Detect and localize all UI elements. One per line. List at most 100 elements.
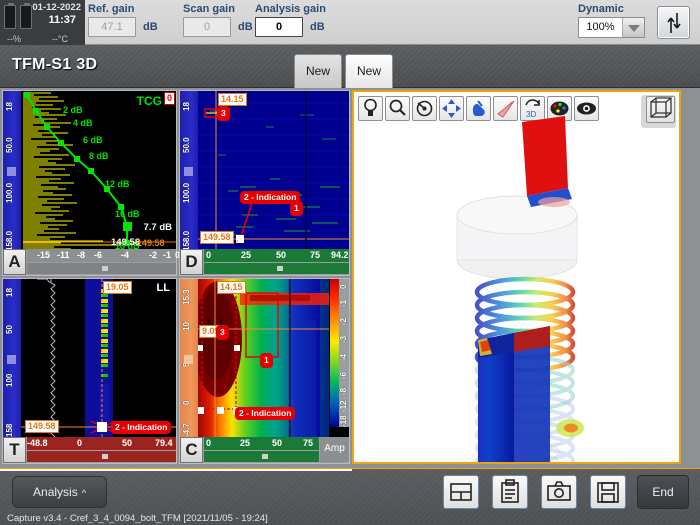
report-button[interactable] bbox=[492, 475, 528, 509]
t-vtick-1: 50 bbox=[5, 325, 14, 334]
a-htick-1: -11 bbox=[57, 250, 70, 260]
t-scan-vertical-ruler[interactable]: 18 50 100 158 bbox=[3, 279, 21, 463]
c-scan-axis-bar: 0 25 50 75 94.2 bbox=[204, 437, 319, 450]
d-htick-1: 25 bbox=[241, 250, 251, 260]
a-vtick-1: 50.0 bbox=[5, 137, 14, 153]
analysis-gain-input[interactable]: 0 bbox=[255, 17, 303, 37]
application-window: 01-12-2022 11:37 --% --°C Ref. gain 47.1… bbox=[0, 0, 700, 525]
cs-tick-6: -8 bbox=[339, 388, 348, 395]
d-scan-vertical-ruler[interactable]: 18 50.0 100.0 158.0 bbox=[180, 91, 198, 275]
workspace: 18 50.0 100.0 158.0 TCG 0 2 dB 4 dB 6 dB… bbox=[0, 88, 700, 468]
a-scan-axis: A -15 -11 -8 -6 -4 -2 -1 0 bbox=[3, 249, 176, 275]
d-scan-vscroll-thumb[interactable] bbox=[184, 167, 193, 176]
t-vtick-0: 18 bbox=[5, 288, 14, 297]
layout-grid-icon bbox=[444, 499, 478, 511]
screenshot-button[interactable] bbox=[541, 475, 577, 509]
battery-icon bbox=[4, 5, 34, 31]
c-vtick-1: 10 bbox=[182, 322, 191, 331]
analysis-button-label: Analysis bbox=[33, 485, 78, 499]
a-scan-corner-label[interactable]: A bbox=[3, 249, 26, 275]
a-scan-vertical-ruler[interactable]: 18 50.0 100.0 158.0 bbox=[3, 91, 21, 275]
t-scan-hscroll[interactable] bbox=[27, 451, 176, 462]
a-scan-vscroll-thumb[interactable] bbox=[7, 167, 16, 176]
c-scan-cursor-top-value: 14.15 bbox=[217, 281, 246, 294]
a-scan-axis-bar: -15 -11 -8 -6 -4 -2 -1 0 bbox=[27, 249, 176, 262]
tab-new-1[interactable]: New bbox=[294, 54, 342, 88]
tcg-point-5: 16 dB bbox=[115, 209, 140, 219]
t-vtick-2: 100 bbox=[5, 374, 14, 387]
analysis-button[interactable]: Analysis ^ bbox=[12, 476, 107, 508]
d-scan-hscroll[interactable] bbox=[204, 263, 349, 274]
a-scan-plot[interactable]: 18 50.0 100.0 158.0 TCG 0 2 dB 4 dB 6 dB… bbox=[3, 91, 176, 275]
t-scan-corner-label[interactable]: T bbox=[3, 437, 26, 463]
cs-tick-1: -1 bbox=[339, 300, 348, 307]
chevron-up-icon: ^ bbox=[82, 488, 86, 498]
d-htick-0: 0 bbox=[206, 250, 211, 260]
dynamic-group: Dynamic 100% bbox=[578, 3, 645, 38]
panel-t-scan[interactable]: 18 50 100 158 LL 19.05 149.58 2 - Indica… bbox=[2, 278, 177, 464]
panel-3d-view[interactable]: 3D bbox=[352, 90, 681, 464]
t-vtick-3: 158 bbox=[5, 424, 14, 437]
a-htick-2: -8 bbox=[77, 250, 85, 260]
c-scan-gate-badge[interactable]: 3 bbox=[216, 325, 229, 340]
tab-new-2[interactable]: New bbox=[345, 54, 393, 88]
c-scan-colorscale: 0 -1 -2 -3 -4 -6 -8 -12 -18 bbox=[338, 279, 349, 427]
a-scan-hscroll[interactable] bbox=[27, 263, 176, 274]
d-scan-gate-badge[interactable]: 3 bbox=[217, 106, 230, 121]
panel-a-scan[interactable]: 18 50.0 100.0 158.0 TCG 0 2 dB 4 dB 6 dB… bbox=[2, 90, 177, 276]
scan-gain-input[interactable]: 0 bbox=[183, 17, 231, 37]
c-htick-2: 50 bbox=[272, 438, 282, 448]
d-scan-corner-label[interactable]: D bbox=[180, 249, 203, 275]
cs-tick-7: -12 bbox=[339, 400, 348, 412]
t-scan-mode-label: LL bbox=[157, 282, 170, 294]
t-htick-1: 0 bbox=[77, 438, 82, 448]
c-scan-vscroll-thumb[interactable] bbox=[184, 355, 193, 364]
ref-gain-group: Ref. gain 47.1 dB bbox=[88, 3, 158, 37]
save-button[interactable] bbox=[590, 475, 626, 509]
t-scan-plot[interactable]: 18 50 100 158 LL 19.05 149.58 2 - Indica… bbox=[3, 279, 176, 463]
c-scan-indication-label[interactable]: 2 - Indication bbox=[235, 407, 295, 420]
ref-gain-input[interactable]: 47.1 bbox=[88, 17, 136, 37]
panel-c-scan[interactable]: 15.3 10 5 0 -4.7 0 -1 -2 -3 -4 -6 -8 -12 bbox=[179, 278, 350, 464]
c-scan-hscroll[interactable] bbox=[204, 451, 319, 462]
a-vtick-0: 18 bbox=[5, 102, 14, 111]
layout-button[interactable] bbox=[443, 475, 479, 509]
d-scan-plot[interactable]: 18 50.0 100.0 158.0 14.15 3 2 - Indicati… bbox=[180, 91, 349, 275]
bolt-3d-render[interactable] bbox=[354, 92, 679, 462]
t-scan-indication-label[interactable]: 2 - Indication bbox=[111, 421, 171, 434]
d-scan-cursor-bottom-value: 149.58 bbox=[200, 231, 234, 244]
c-scan-corner-label[interactable]: C bbox=[180, 437, 203, 463]
c-htick-0: 0 bbox=[206, 438, 211, 448]
c-scan-plot[interactable]: 15.3 10 5 0 -4.7 0 -1 -2 -3 -4 -6 -8 -12 bbox=[180, 279, 349, 463]
t-htick-3: 79.4 bbox=[155, 438, 173, 448]
a-vtick-3: 158.0 bbox=[5, 231, 14, 251]
panel-d-scan[interactable]: 18 50.0 100.0 158.0 14.15 3 2 - Indicati… bbox=[179, 90, 350, 276]
updown-toggle-button[interactable] bbox=[657, 6, 690, 39]
clipboard-icon bbox=[493, 499, 527, 511]
c-scan-amp-label: Amp bbox=[320, 437, 349, 462]
a-htick-4: -4 bbox=[121, 250, 129, 260]
cs-tick-8: -18 bbox=[339, 415, 348, 427]
a-htick-3: -6 bbox=[94, 250, 102, 260]
scan-gain-label: Scan gain bbox=[183, 3, 253, 15]
d-scan-point-badge[interactable]: 1 bbox=[290, 201, 303, 216]
dynamic-select[interactable]: 100% bbox=[578, 17, 645, 38]
device-status-indicator: 01-12-2022 11:37 --% --°C bbox=[0, 0, 85, 45]
d-htick-2: 50 bbox=[276, 250, 286, 260]
d-scan-cursor-top-value: 14.15 bbox=[218, 93, 247, 106]
chevron-down-icon[interactable] bbox=[622, 18, 644, 37]
c-scan-vertical-ruler[interactable]: 15.3 10 5 0 -4.7 bbox=[180, 279, 198, 463]
progress-bar bbox=[0, 469, 352, 471]
c-scan-point-badge[interactable]: 1 bbox=[260, 353, 273, 368]
t-scan-vscroll-thumb[interactable] bbox=[7, 355, 16, 364]
c-vtick-3: 0 bbox=[182, 401, 191, 405]
cs-tick-4: -4 bbox=[339, 354, 348, 361]
t-scan-axis: T -48.8 0 50 79.4 bbox=[3, 437, 176, 463]
c-scan-axis: C 0 25 50 75 94.2 Amp bbox=[180, 437, 349, 463]
dynamic-label: Dynamic bbox=[578, 3, 645, 15]
a-scan-mode-label: TCG bbox=[137, 94, 162, 108]
status-text: Capture v3.4 - Cref_3_4_0094_bolt_TFM [2… bbox=[7, 513, 268, 524]
cs-tick-3: -3 bbox=[339, 336, 348, 343]
end-button[interactable]: End bbox=[637, 475, 689, 509]
analysis-gain-unit: dB bbox=[310, 21, 325, 33]
